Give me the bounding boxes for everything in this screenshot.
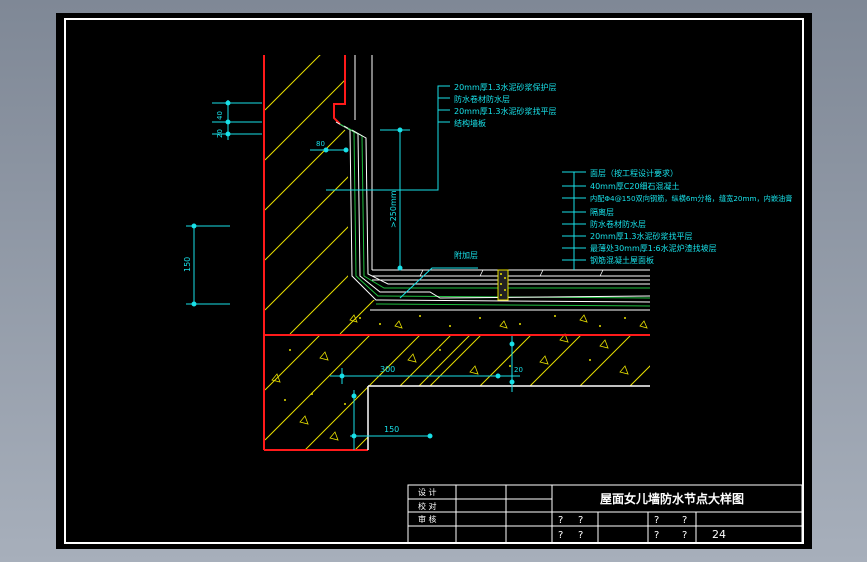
tb-mark-1: ? <box>558 515 563 526</box>
sheet-number: 24 <box>712 528 726 541</box>
dim-20-slab: 20 <box>514 366 523 374</box>
roof-leader-7: 最薄处30mm厚1:6水泥炉渣找坡层 <box>590 243 717 253</box>
roof-leader-5: 防水卷材防水层 <box>590 219 646 229</box>
cad-drawing-sheet: 20mm厚1.3水泥砂浆保护层 防水卷材防水层 20mm厚1.3水泥砂浆找平层 … <box>56 13 812 549</box>
tb-mark-3: ? <box>654 515 659 526</box>
added-layer-callout: 附加层 <box>454 250 478 260</box>
dim-150-horizontal: 150 <box>384 425 399 434</box>
dim-250: >250mm <box>389 190 398 228</box>
dim-20-top: 20 <box>216 129 224 138</box>
tb-mark-2: ? <box>578 515 583 526</box>
tb-label-review: 审 核 <box>418 514 437 524</box>
dim-40: 40 <box>216 111 224 120</box>
tb-mark-6: ? <box>578 530 583 541</box>
wall-leader-1: 20mm厚1.3水泥砂浆保护层 <box>454 82 557 92</box>
dim-150-vertical: 150 <box>183 257 192 272</box>
expansion-joint <box>497 269 509 301</box>
wall-leader-2: 防水卷材防水层 <box>454 94 510 104</box>
tb-mark-4: ? <box>682 515 687 526</box>
roof-leader-8: 钢筋混凝土屋面板 <box>590 255 654 265</box>
tb-label-check: 校 对 <box>418 501 437 511</box>
roof-leader-3: 内配Φ4@150双向钢筋，纵横6m分格，缝宽20mm，内嵌油膏 <box>590 194 792 203</box>
roof-leader-6: 20mm厚1.3水泥砂浆找平层 <box>590 231 693 241</box>
drawing-title: 屋面女儿墙防水节点大样图 <box>600 491 744 506</box>
sheet-background <box>56 13 812 549</box>
dim-80: 80 <box>316 140 325 148</box>
wall-leader-4: 结构墙板 <box>454 118 486 128</box>
wall-leader-3: 20mm厚1.3水泥砂浆找平层 <box>454 106 557 116</box>
roof-leader-1: 面层（按工程设计要求） <box>590 168 678 178</box>
dim-300: 300 <box>380 365 395 374</box>
tb-mark-5: ? <box>558 530 563 541</box>
tb-label-design: 设 计 <box>418 487 437 497</box>
tb-mark-8: ? <box>682 530 687 541</box>
roof-leader-4: 隔离层 <box>590 207 614 217</box>
cad-viewport: 20mm厚1.3水泥砂浆保护层 防水卷材防水层 20mm厚1.3水泥砂浆找平层 … <box>0 0 867 562</box>
tb-mark-7: ? <box>654 530 659 541</box>
roof-leader-2: 40mm厚C20细石混凝土 <box>590 181 680 191</box>
